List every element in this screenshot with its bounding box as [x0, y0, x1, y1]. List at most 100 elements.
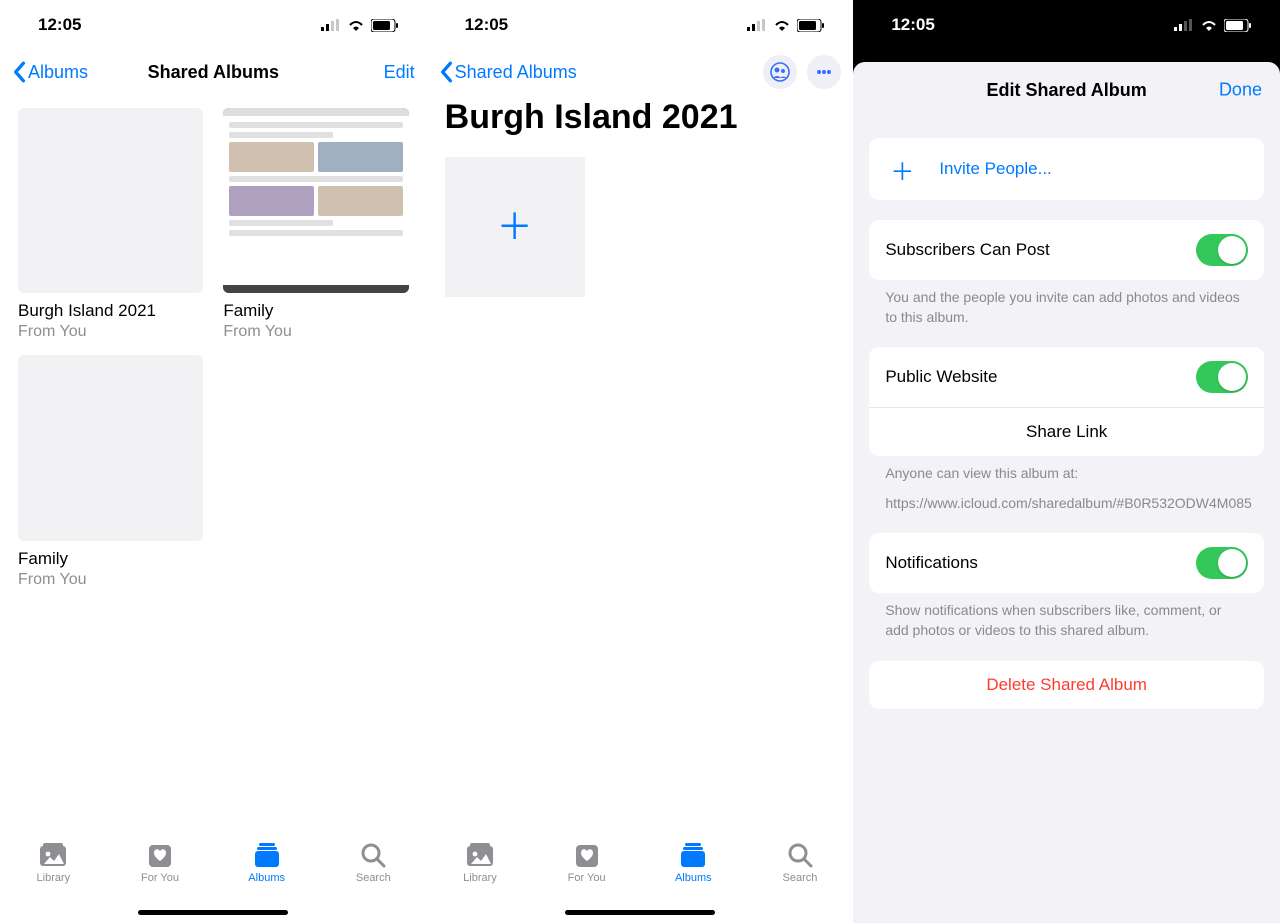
public-website-toggle[interactable]: [1196, 361, 1248, 393]
subscribers-toggle[interactable]: [1196, 234, 1248, 266]
nav-title: Shared Albums: [102, 62, 325, 83]
invite-people-button[interactable]: ＋ Invite People...: [869, 138, 1264, 200]
chevron-left-icon: [439, 61, 453, 83]
album-subtitle: From You: [18, 323, 203, 341]
people-button[interactable]: [763, 55, 797, 89]
library-icon: [465, 841, 495, 869]
for-you-icon: [572, 841, 602, 869]
public-footer-url: https://www.icloud.com/sharedalbum/#B0R5…: [885, 494, 1248, 514]
subscribers-footer: You and the people you invite can add ph…: [869, 280, 1264, 327]
status-bar: 12:05: [0, 0, 427, 50]
edit-button[interactable]: Edit: [384, 62, 415, 83]
wifi-icon: [773, 19, 791, 31]
albums-grid: Burgh Island 2021 From You Family From Y…: [0, 94, 427, 603]
subscribers-can-post-row: Subscribers Can Post: [869, 220, 1264, 280]
album-subtitle: From You: [18, 571, 203, 589]
tab-bar: Library For You Albums Search: [427, 833, 854, 923]
notifications-label: Notifications: [885, 553, 978, 573]
page-title: Burgh Island 2021: [427, 94, 854, 147]
status-right: [747, 19, 825, 32]
status-time: 12:05: [891, 15, 934, 35]
tab-for-you[interactable]: For You: [547, 841, 627, 884]
search-icon: [785, 841, 815, 869]
delete-label: Delete Shared Album: [986, 675, 1147, 695]
tab-search[interactable]: Search: [333, 841, 413, 884]
screen-shared-albums-list: 12:05 Albums Shared Albums Edit: [0, 0, 427, 923]
public-website-footer: Anyone can view this album at: https://w…: [869, 456, 1264, 513]
tab-for-you[interactable]: For You: [120, 841, 200, 884]
albums-icon: [678, 841, 708, 869]
notifications-footer: Show notifications when subscribers like…: [869, 593, 1264, 640]
ellipsis-icon: [814, 62, 834, 82]
sheet-title: Edit Shared Album: [986, 80, 1146, 101]
screen-edit-shared-album: 12:05 Edit Shared Album Done ＋ Invite Pe…: [853, 0, 1280, 923]
back-button[interactable]: Shared Albums: [439, 61, 577, 83]
albums-icon: [252, 841, 282, 869]
public-footer-text: Anyone can view this album at:: [885, 464, 1248, 484]
battery-icon: [1224, 19, 1252, 32]
album-title: Family: [223, 301, 408, 321]
chevron-left-icon: [12, 61, 26, 83]
tab-albums[interactable]: Albums: [227, 841, 307, 884]
home-indicator[interactable]: [565, 910, 715, 915]
album-title: Family: [18, 549, 203, 569]
add-photo-button[interactable]: ＋: [445, 157, 585, 297]
album-title: Burgh Island 2021: [18, 301, 203, 321]
album-content: ＋: [427, 157, 854, 297]
tab-label: Library: [37, 872, 71, 884]
album-item[interactable]: Family From You: [18, 355, 203, 588]
battery-icon: [371, 19, 399, 32]
tab-label: Albums: [675, 872, 712, 884]
tab-library[interactable]: Library: [13, 841, 93, 884]
delete-shared-album-button[interactable]: Delete Shared Album: [869, 661, 1264, 709]
nav-bar: Shared Albums: [427, 50, 854, 94]
tab-label: For You: [141, 872, 179, 884]
back-label: Shared Albums: [455, 62, 577, 83]
share-link-label: Share Link: [1026, 422, 1107, 442]
tab-bar: Library For You Albums Search: [0, 833, 427, 923]
notifications-toggle[interactable]: [1196, 547, 1248, 579]
tab-library[interactable]: Library: [440, 841, 520, 884]
done-button[interactable]: Done: [1219, 80, 1262, 101]
public-website-group: Public Website Share Link: [869, 347, 1264, 456]
people-icon: [770, 62, 790, 82]
library-icon: [38, 841, 68, 869]
tab-label: Search: [783, 872, 818, 884]
status-time: 12:05: [465, 15, 508, 35]
for-you-icon: [145, 841, 175, 869]
tab-label: Albums: [248, 872, 285, 884]
search-icon: [358, 841, 388, 869]
nav-bar: Albums Shared Albums Edit: [0, 50, 427, 94]
tab-albums[interactable]: Albums: [653, 841, 733, 884]
status-right: [321, 19, 399, 32]
back-button[interactable]: Albums: [12, 61, 88, 83]
cellular-icon: [747, 19, 767, 31]
album-thumbnail: [18, 108, 203, 293]
notifications-row: Notifications: [869, 533, 1264, 593]
subscribers-label: Subscribers Can Post: [885, 240, 1049, 260]
battery-icon: [797, 19, 825, 32]
tab-label: Library: [463, 872, 497, 884]
cellular-icon: [1174, 19, 1194, 31]
plus-icon: ＋: [885, 152, 919, 186]
edit-sheet: Edit Shared Album Done ＋ Invite People..…: [853, 62, 1280, 923]
album-subtitle: From You: [223, 323, 408, 341]
screen-album-detail: 12:05 Shared Albums: [427, 0, 854, 923]
wifi-icon: [1200, 19, 1218, 31]
status-bar: 12:05: [853, 0, 1280, 50]
cellular-icon: [321, 19, 341, 31]
sheet-nav: Edit Shared Album Done: [853, 62, 1280, 118]
public-website-row: Public Website: [869, 347, 1264, 407]
album-thumbnail: [223, 108, 408, 293]
share-link-button[interactable]: Share Link: [869, 407, 1264, 456]
tab-label: For You: [568, 872, 606, 884]
album-item[interactable]: Burgh Island 2021 From You: [18, 108, 203, 341]
status-time: 12:05: [38, 15, 81, 35]
plus-icon: ＋: [497, 209, 533, 245]
public-website-label: Public Website: [885, 367, 997, 387]
home-indicator[interactable]: [138, 910, 288, 915]
album-item[interactable]: Family From You: [223, 108, 408, 341]
more-button[interactable]: [807, 55, 841, 89]
status-bar: 12:05: [427, 0, 854, 50]
tab-search[interactable]: Search: [760, 841, 840, 884]
